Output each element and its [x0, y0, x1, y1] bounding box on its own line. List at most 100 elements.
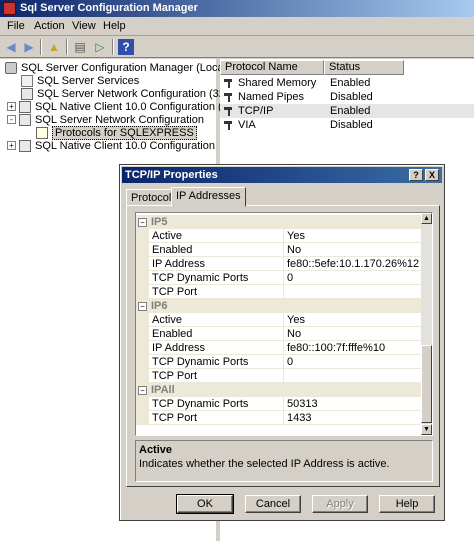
property-value[interactable]: 50313: [284, 397, 423, 411]
grid-category-row[interactable]: − IPAll: [136, 383, 423, 397]
grid-property-row[interactable]: Enabled No: [136, 327, 423, 341]
property-name: TCP Port: [149, 369, 284, 383]
menu-help[interactable]: Help: [103, 20, 126, 32]
network-config-icon: [19, 113, 31, 126]
scroll-thumb[interactable]: [421, 345, 432, 423]
list-item[interactable]: Shared Memory Enabled: [220, 76, 474, 90]
dialog-title-bar[interactable]: TCP/IP Properties ? X: [122, 167, 442, 183]
grid-category-row[interactable]: − IP5: [136, 215, 423, 229]
property-value[interactable]: 0: [284, 271, 423, 285]
column-status[interactable]: Status: [324, 60, 404, 75]
tree-item-services[interactable]: SQL Server Services: [21, 74, 139, 87]
protocol-name: Shared Memory: [238, 77, 317, 89]
ok-button[interactable]: OK: [176, 494, 234, 514]
property-value[interactable]: 1433: [284, 411, 423, 425]
grid-property-row[interactable]: TCP Dynamic Ports 50313: [136, 397, 423, 411]
protocol-status: Enabled: [330, 77, 371, 89]
grid-gutter: [136, 355, 149, 369]
tree-item-native-client-32[interactable]: + SQL Native Client 10.0 Configuration (…: [7, 100, 249, 113]
property-name: TCP Dynamic Ports: [149, 271, 284, 285]
grid-property-row[interactable]: Active Yes: [136, 313, 423, 327]
grid-gutter: [136, 411, 149, 425]
grid-gutter: [136, 397, 149, 411]
help-icon[interactable]: ?: [118, 39, 134, 55]
tree-item-root[interactable]: SQL Server Configuration Manager (Local): [5, 61, 230, 74]
window-title: Sql Server Configuration Manager: [20, 2, 198, 14]
property-value[interactable]: [284, 285, 423, 299]
protocol-name: TCP/IP: [238, 105, 274, 117]
grid-gutter: [136, 257, 149, 271]
cancel-button[interactable]: Cancel: [245, 495, 301, 513]
expand-icon[interactable]: +: [7, 141, 16, 150]
grid-property-row[interactable]: TCP Port: [136, 369, 423, 383]
services-icon: [21, 74, 33, 87]
grid-gutter: [136, 369, 149, 383]
grid-property-row[interactable]: TCP Dynamic Ports 0: [136, 355, 423, 369]
property-value[interactable]: Yes: [284, 229, 423, 243]
toolbar-separator: [66, 39, 68, 55]
protocol-status: Disabled: [330, 91, 373, 103]
collapse-icon[interactable]: −: [138, 386, 147, 395]
property-value[interactable]: [284, 369, 423, 383]
grid-category-row[interactable]: − IP6: [136, 299, 423, 313]
title-bar[interactable]: Sql Server Configuration Manager: [0, 0, 474, 17]
grid-property-row[interactable]: IP Address fe80::5efe:10.1.170.26%12: [136, 257, 423, 271]
protocols-icon: [36, 126, 48, 139]
protocol-status: Enabled: [330, 105, 371, 117]
help-icon[interactable]: ?: [409, 169, 423, 181]
collapse-icon[interactable]: -: [7, 115, 16, 124]
grid-property-row[interactable]: TCP Port 1433: [136, 411, 423, 425]
property-value[interactable]: fe80::100:7f:fffe%10: [284, 341, 423, 355]
collapse-icon[interactable]: −: [138, 218, 147, 227]
property-value[interactable]: fe80::5efe:10.1.170.26%12: [284, 257, 423, 271]
property-value[interactable]: 0: [284, 355, 423, 369]
apply-button[interactable]: Apply: [312, 495, 368, 513]
tree-item-protocols-sqlexpress[interactable]: Protocols for SQLEXPRESS: [36, 125, 197, 140]
list-item[interactable]: VIA Disabled: [220, 118, 474, 132]
property-value[interactable]: Yes: [284, 313, 423, 327]
grid-property-row[interactable]: Enabled No: [136, 243, 423, 257]
property-name: TCP Port: [149, 411, 284, 425]
grid-property-row[interactable]: TCP Port: [136, 285, 423, 299]
tree-item-network-32[interactable]: SQL Server Network Configuration (32bit): [21, 87, 240, 100]
properties-icon[interactable]: ▤: [72, 39, 88, 55]
property-name: Enabled: [149, 327, 284, 341]
property-name: Enabled: [149, 243, 284, 257]
grid-property-row[interactable]: IP Address fe80::100:7f:fffe%10: [136, 341, 423, 355]
tab-ip-addresses[interactable]: IP Addresses: [171, 187, 246, 207]
expand-icon[interactable]: +: [7, 102, 16, 111]
property-name: TCP Dynamic Ports: [149, 397, 284, 411]
protocol-icon: [224, 120, 235, 130]
collapse-icon[interactable]: −: [138, 302, 147, 311]
property-name: IP Address: [149, 341, 284, 355]
tree-item-network[interactable]: - SQL Server Network Configuration: [7, 113, 204, 126]
client-config-icon: [19, 100, 31, 113]
column-protocol-name[interactable]: Protocol Name: [220, 60, 324, 75]
tab-protocol[interactable]: Protocol: [126, 189, 177, 206]
list-item[interactable]: TCP/IP Enabled: [220, 104, 474, 118]
menu-file[interactable]: File: [7, 20, 25, 32]
client-config-icon: [19, 139, 31, 152]
grid-property-row[interactable]: TCP Dynamic Ports 0: [136, 271, 423, 285]
help-button[interactable]: Help: [379, 495, 435, 513]
menu-bar: File Action View Help: [0, 17, 474, 36]
menu-action[interactable]: Action: [34, 20, 65, 32]
close-icon[interactable]: X: [425, 169, 439, 181]
grid-scrollbar[interactable]: ▲ ▼: [421, 213, 432, 435]
app-icon: [3, 2, 16, 15]
tree-item-native-client[interactable]: + SQL Native Client 10.0 Configuration: [7, 139, 215, 152]
up-folder-icon[interactable]: ▲: [46, 39, 62, 55]
forward-arrow-icon[interactable]: ▶: [21, 39, 37, 55]
grid-property-row[interactable]: Active Yes: [136, 229, 423, 243]
property-description: Active Indicates whether the selected IP…: [135, 440, 433, 482]
list-item[interactable]: Named Pipes Disabled: [220, 90, 474, 104]
toolbar: ◀ ▶ ▲ ▤ ▷ ?: [0, 36, 474, 58]
menu-view[interactable]: View: [72, 20, 96, 32]
property-value[interactable]: No: [284, 243, 423, 257]
export-list-icon[interactable]: ▷: [92, 39, 108, 55]
property-value[interactable]: No: [284, 327, 423, 341]
scroll-down-arrow-icon[interactable]: ▼: [421, 424, 432, 435]
scroll-up-arrow-icon[interactable]: ▲: [421, 213, 432, 224]
grid-gutter: [136, 327, 149, 341]
back-arrow-icon[interactable]: ◀: [3, 39, 19, 55]
